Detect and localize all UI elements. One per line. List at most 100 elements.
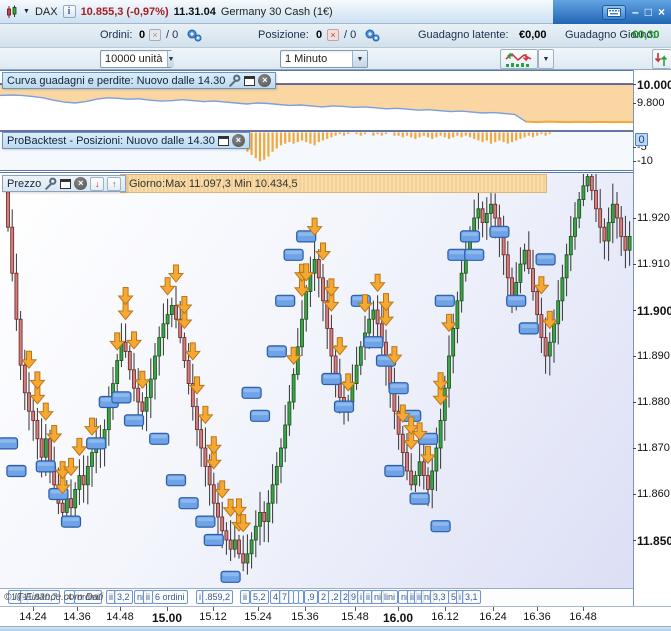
wrench-icon[interactable] [44, 177, 57, 190]
price-scale-label: 11.880 [637, 396, 670, 408]
positions-toolbar: Ordini: 0 × / 0 Posizione: 0 × / 0 Guada… [0, 24, 671, 48]
scale-tick [633, 494, 636, 495]
order-tag[interactable]: 3,1 [462, 590, 481, 604]
detach-window-icon[interactable] [244, 75, 256, 86]
time-label: 15.48 [341, 611, 369, 623]
guadagno-latente-value: €0,00 [519, 29, 547, 41]
keyboard-icon[interactable] [602, 4, 627, 20]
chart-style-button[interactable] [500, 49, 538, 69]
quantity-value: 10000 unità [105, 53, 163, 65]
posizione-value: 0 [316, 29, 323, 41]
quantity-dropdown[interactable]: 10000 unità ▼ [100, 50, 175, 68]
timeframe-value: 1 Minuto [285, 53, 328, 65]
ordini-max: / 0 [166, 29, 179, 41]
chevron-down-icon[interactable]: ▼ [352, 51, 367, 67]
close-panel-icon[interactable]: × [258, 74, 272, 87]
scale-tick [633, 218, 636, 219]
detach-window-icon[interactable] [60, 178, 72, 189]
scale-tick [633, 540, 636, 541]
maximize-button[interactable]: □ [645, 6, 652, 18]
ordini-value: 0 [139, 29, 146, 41]
price-chart[interactable] [0, 174, 633, 588]
price-scale-label: 11.920 [637, 212, 670, 224]
price-scale-label: 11.890 [637, 350, 670, 362]
guadagno-latente-label: Guadagno latente: [418, 29, 509, 41]
chart-style-icon [505, 51, 532, 67]
price-panel-header[interactable]: Prezzo × ↓ ↑ [2, 175, 127, 192]
order-tag[interactable]: 5,2 [250, 590, 269, 604]
order-tag[interactable]: .859,2 [202, 590, 234, 604]
positions-current-value-badge: 0 [635, 133, 648, 146]
posizione-label: Posizione: [258, 29, 309, 41]
chart-toolbar: 10000 unità ▼ 1 Minuto ▼ ▼ [0, 48, 671, 70]
time-label: 16.24 [479, 611, 507, 623]
price-panel-title: Prezzo [7, 177, 42, 190]
trading-window: ▼ DAX i 10.855,3 (-0,97%) 11.31.04 Germa… [0, 0, 671, 631]
day-range-text: Giorno:Max 11.097,3 Min 10.434,5 [129, 177, 298, 190]
equity-panel-header[interactable]: Curva guadagni e perdite: Nuovo dalle 14… [2, 72, 277, 89]
time-label: 15.36 [291, 611, 319, 623]
time-label: 16.12 [431, 611, 459, 623]
order-tag[interactable]: ii [240, 590, 250, 604]
scale-tick [633, 161, 636, 162]
candlestick-logo-icon[interactable] [5, 5, 18, 18]
scale-tick [633, 84, 636, 85]
cancel-orders-icon[interactable]: × [149, 29, 161, 41]
time-label: 16.36 [523, 611, 551, 623]
posizione-max: / 0 [344, 29, 357, 41]
price-scale-label: 11.870 [637, 442, 670, 454]
time-label: 15.24 [244, 611, 272, 623]
close-position-icon[interactable]: × [327, 29, 339, 41]
order-tag[interactable]: 3,3 [430, 590, 449, 604]
close-button[interactable]: × [658, 6, 665, 18]
equity-scale-label: 9.800 [637, 97, 665, 109]
close-panel-icon[interactable]: × [74, 177, 88, 190]
timeframe-dropdown[interactable]: 1 Minuto ▼ [280, 50, 368, 68]
positions-panel-title: ProBacktest - Posizioni: Nuovo dalle 14.… [7, 134, 215, 147]
order-tag[interactable]: ,9 [304, 590, 318, 604]
copyright-text: © IT-Finance.com Dati [4, 592, 104, 603]
buy-sell-arrows-icon [654, 52, 668, 66]
wrench-icon[interactable] [228, 74, 241, 87]
day-range-info-bar: Giorno:Max 11.097,3 Min 10.434,5 [120, 174, 547, 193]
positions-panel-header[interactable]: ProBacktest - Posizioni: Nuovo dalle 14.… [2, 132, 250, 149]
time-label: 16.00 [382, 611, 414, 625]
order-tag[interactable]: lini [381, 590, 399, 604]
info-icon[interactable]: i [62, 5, 76, 18]
instrument-name: Germany 30 Cash (1€) [220, 5, 333, 18]
scale-tick [633, 103, 636, 104]
symbol-dropdown-caret[interactable]: ▼ [23, 8, 30, 15]
order-tag[interactable]: 3,2 [114, 590, 133, 604]
detach-window-icon[interactable] [217, 135, 229, 146]
scale-tick [633, 264, 636, 265]
chart-style-caret-button[interactable]: ▼ [538, 49, 554, 69]
window-controls: – □ × [553, 0, 671, 24]
time-label: 15.00 [151, 611, 183, 625]
price-scale-label: 11.900 [637, 304, 671, 318]
clock-time: 11.31.04 [173, 5, 216, 18]
ordini-label: Ordini: [100, 29, 133, 41]
symbol-label[interactable]: DAX [35, 6, 58, 18]
price-scale-label: 11.910 [637, 258, 670, 270]
time-label: 16.48 [569, 611, 597, 623]
horizontal-scrollbar[interactable] [0, 626, 671, 631]
price-scale-label: 11.860 [637, 488, 670, 500]
equity-panel-title: Curva guadagni e perdite: Nuovo dalle 14… [7, 74, 226, 87]
scale-tick [633, 402, 636, 403]
sell-arrow-icon[interactable]: ↓ [90, 176, 105, 191]
equity-scale-label: 10.000 [637, 78, 671, 92]
order-tag[interactable]: 6 ordini [152, 590, 188, 604]
buy-sell-button[interactable] [652, 49, 671, 69]
scale-tick [633, 310, 636, 311]
time-label: 14.48 [106, 611, 134, 623]
close-panel-icon[interactable]: × [231, 134, 245, 147]
buy-arrow-icon[interactable]: ↑ [107, 176, 122, 191]
price-scale-label: 11.850 [637, 534, 671, 548]
guadagno-giorno-value: €0,30 [632, 29, 660, 41]
time-label: 14.36 [63, 611, 91, 623]
price-change: 10.855,3 (-0,97%) [80, 5, 169, 18]
chevron-down-icon[interactable]: ▼ [166, 51, 175, 67]
time-label: 15.12 [199, 611, 227, 623]
minimize-button[interactable]: – [632, 6, 639, 18]
scale-tick [633, 448, 636, 449]
